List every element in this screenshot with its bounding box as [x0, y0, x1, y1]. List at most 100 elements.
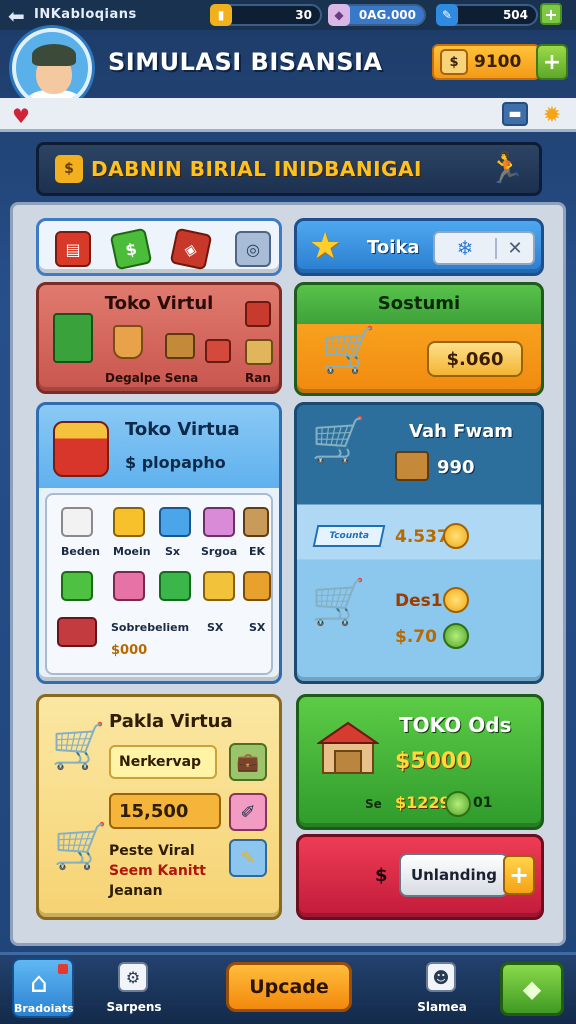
add-button[interactable]: +	[503, 855, 535, 895]
crate-icon	[165, 333, 195, 359]
fruit-cart-icon	[53, 313, 93, 363]
card-subtitle: Degalpe Sena	[105, 371, 199, 385]
price-tag[interactable]: $.060	[427, 341, 523, 377]
add-resource-button[interactable]: +	[540, 3, 562, 25]
info-line: Peste Viral	[109, 843, 195, 859]
robot-icon: ⚙	[118, 962, 148, 992]
nav-shop[interactable]: ⚙ Sarpens	[94, 958, 174, 1018]
search-field[interactable]: ❄ ✕	[433, 231, 535, 265]
coin-balance: $ 9100	[432, 44, 540, 80]
item-icon[interactable]	[203, 571, 235, 601]
crate-icon	[395, 451, 429, 481]
nav-label: Sarpens	[106, 1000, 162, 1014]
item-label: Beden	[61, 545, 101, 558]
green-coin-icon	[443, 623, 469, 649]
shop-card-toko-ods[interactable]: TOKO Ods $5000 Se $1229 01	[296, 694, 544, 830]
pencil-icon: ✎	[436, 4, 458, 26]
item-icon[interactable]	[113, 571, 145, 601]
nav-label: Slamea	[417, 1000, 467, 1014]
nav-stats[interactable]: ☻ Slamea	[402, 958, 482, 1018]
item-icon[interactable]	[203, 507, 235, 537]
card-title: Toko Virtul	[104, 293, 214, 314]
item-label: SX	[249, 621, 266, 634]
card-subtitle-right: Ran	[245, 371, 271, 385]
status-title: INKabloqians	[34, 7, 137, 22]
package-icon	[245, 339, 273, 365]
gear-icon[interactable]: ✹	[538, 102, 566, 128]
tag-icon[interactable]: ◈	[169, 227, 213, 271]
inventory-grid: Beden Moein Sx Srgoa EK Sobrebeliem SX S…	[45, 493, 273, 675]
update-button[interactable]: Upcade	[226, 962, 352, 1012]
sub-toolbar	[0, 98, 576, 132]
page-title: SIMULASI BISANSIA	[108, 48, 383, 76]
meta-price: $1229	[395, 793, 451, 812]
item-icon[interactable]	[159, 571, 191, 601]
item-icon[interactable]	[159, 507, 191, 537]
card-title: Sostumi	[377, 293, 461, 314]
item-icon[interactable]	[113, 507, 145, 537]
cash-button[interactable]: ◆	[500, 962, 564, 1016]
quest-banner[interactable]: $ DABNIN BIRIAL INIDBANIGAI 🏃	[36, 142, 542, 196]
shop-card-toko-virtua[interactable]: Toko Virtua $ plopapho Beden Moein Sx Sr…	[36, 402, 282, 684]
shopping-cart-icon: 🛒	[51, 721, 106, 772]
item-icon[interactable]	[243, 507, 269, 537]
banner-text: DABNIN BIRIAL INIDBANIGAI	[91, 157, 422, 181]
item-icon[interactable]	[243, 571, 271, 601]
item-label: Sx	[165, 545, 181, 558]
chest-icon[interactable]: ▤	[55, 231, 91, 267]
toko-bar-title: Toika	[367, 237, 420, 258]
stock-value: 990	[437, 457, 475, 478]
card-title: Toko Virtua	[125, 419, 240, 440]
minimize-button[interactable]: ▬	[502, 102, 528, 126]
card-subtitle: $ plopapho	[125, 453, 226, 472]
shopping-cart-icon: 🛒	[321, 325, 376, 376]
ticket-icon: Tcounta	[312, 525, 386, 547]
item-icon[interactable]	[57, 617, 97, 647]
item-label: EK	[249, 545, 266, 558]
avatar[interactable]	[12, 28, 92, 108]
currency-symbol: $	[375, 865, 388, 886]
nav-label: Bradoiats	[14, 1002, 74, 1015]
item-icon[interactable]	[61, 507, 93, 537]
home-icon: ⌂	[30, 966, 48, 999]
item-label: Srgoa	[201, 545, 238, 558]
toko-search-bar: ★ Toika ❄ ✕	[294, 218, 544, 276]
price-2: Des1	[395, 591, 443, 611]
shop-card-pakla-virtua[interactable]: Pakla Virtua 🛒 Nerkervap 💼 15,500 ✐ 🛒 Pe…	[36, 694, 282, 920]
back-arrow-icon[interactable]: ⬅	[8, 4, 25, 28]
cash-icon[interactable]: $	[109, 227, 153, 271]
drum-icon	[53, 421, 109, 477]
item-label: SX	[207, 621, 224, 634]
runner-icon: 🏃	[487, 151, 525, 186]
shop-stall-icon	[317, 721, 379, 774]
coin-stack-icon: ▮	[210, 4, 232, 26]
shopping-cart-icon: 🛒	[311, 577, 366, 628]
amount-field[interactable]: 15,500	[109, 793, 221, 829]
info-line: Jeanan	[109, 883, 163, 899]
tag-icon[interactable]: ✐	[229, 793, 267, 831]
price-3: $.70	[395, 627, 437, 647]
briefcase-icon[interactable]: 💼	[229, 743, 267, 781]
shop-card-sostumi[interactable]: Sostumi 🛒 $.060	[294, 282, 544, 396]
upgrade-card: $ Unlanding +	[296, 834, 544, 920]
resource-counter-3: ✎ 504	[436, 4, 538, 26]
nav-home[interactable]: ⌂ Bradoiats	[12, 958, 74, 1018]
upgrade-button[interactable]: Unlanding	[399, 853, 509, 897]
item-icon-row: ▤ $ ◈ ◎	[36, 218, 282, 276]
heart-icon[interactable]: ♥	[12, 104, 30, 128]
shop-card-vah-fwam[interactable]: 🛒 Vah Fwam 990 Tcounta 4.537 🛒 Des1 $.70	[294, 402, 544, 684]
pencil-icon[interactable]: ✎	[229, 839, 267, 877]
gem-icon: ◆	[328, 4, 350, 26]
refresh-icon[interactable]: ◎	[235, 231, 271, 267]
item-label: Moein	[113, 545, 151, 558]
add-coins-button[interactable]: +	[536, 44, 568, 80]
resource-counter-2: ◆ 0AG.000	[328, 4, 426, 26]
name-field[interactable]: Nerkervap	[109, 745, 217, 779]
card-title: TOKO Ods	[399, 713, 512, 737]
close-icon[interactable]: ✕	[495, 237, 533, 259]
gift-icon	[245, 301, 271, 327]
item-icon[interactable]	[61, 571, 93, 601]
resource-counter-1: ▮ 30	[210, 4, 322, 26]
shop-card-toko-virtul[interactable]: Toko Virtul Degalpe Sena Ran	[36, 282, 282, 394]
coin-bag-icon: $	[440, 49, 468, 75]
